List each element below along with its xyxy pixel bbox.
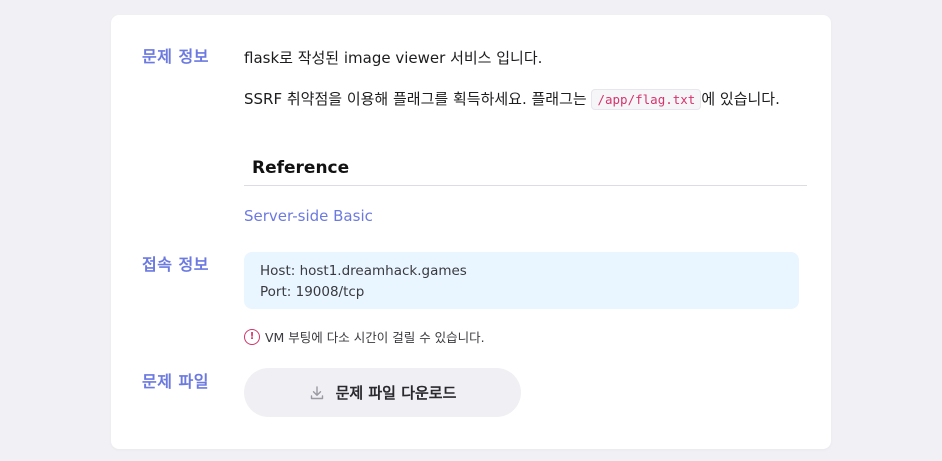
challenge-card: 문제 정보 flask로 작성된 image viewer 서비스 입니다. S… bbox=[111, 15, 831, 449]
port-text: Port: 19008/tcp bbox=[260, 284, 365, 300]
warning-icon: ! bbox=[244, 328, 260, 345]
description-text-end: 에 있습니다. bbox=[701, 90, 780, 108]
description-text: SSRF 취약점을 이용해 플래그를 획득하세요. 플래그는 bbox=[244, 90, 592, 108]
connection-info-box: Host: host1.dreamhack.games Port: 19008/… bbox=[244, 252, 799, 309]
download-icon bbox=[310, 385, 323, 399]
reference-link-server-side-basic[interactable]: Server-side Basic bbox=[244, 207, 373, 225]
section-label-problem-info: 문제 정보 bbox=[142, 47, 209, 66]
description-line-1: flask로 작성된 image viewer 서비스 입니다. bbox=[244, 49, 543, 67]
problem-description: flask로 작성된 image viewer 서비스 입니다. SSRF 취약… bbox=[244, 44, 799, 114]
description-line-2: SSRF 취약점을 이용해 플래그를 획득하세요. 플래그는 /app/flag… bbox=[244, 85, 799, 114]
section-label-connection-info: 접속 정보 bbox=[142, 255, 209, 274]
vm-note-text: VM 부팅에 다소 시간이 걸릴 수 있습니다. bbox=[265, 330, 485, 345]
flag-path-code: /app/flag.txt bbox=[591, 89, 702, 110]
vm-boot-notice: ! VM 부팅에 다소 시간이 걸릴 수 있습니다. bbox=[244, 327, 485, 346]
host-text: Host: host1.dreamhack.games bbox=[260, 263, 467, 279]
download-button-label: 문제 파일 다운로드 bbox=[335, 384, 457, 402]
section-label-problem-file: 문제 파일 bbox=[142, 372, 209, 391]
download-file-button[interactable]: 문제 파일 다운로드 bbox=[244, 368, 521, 417]
reference-heading: Reference bbox=[244, 158, 807, 186]
